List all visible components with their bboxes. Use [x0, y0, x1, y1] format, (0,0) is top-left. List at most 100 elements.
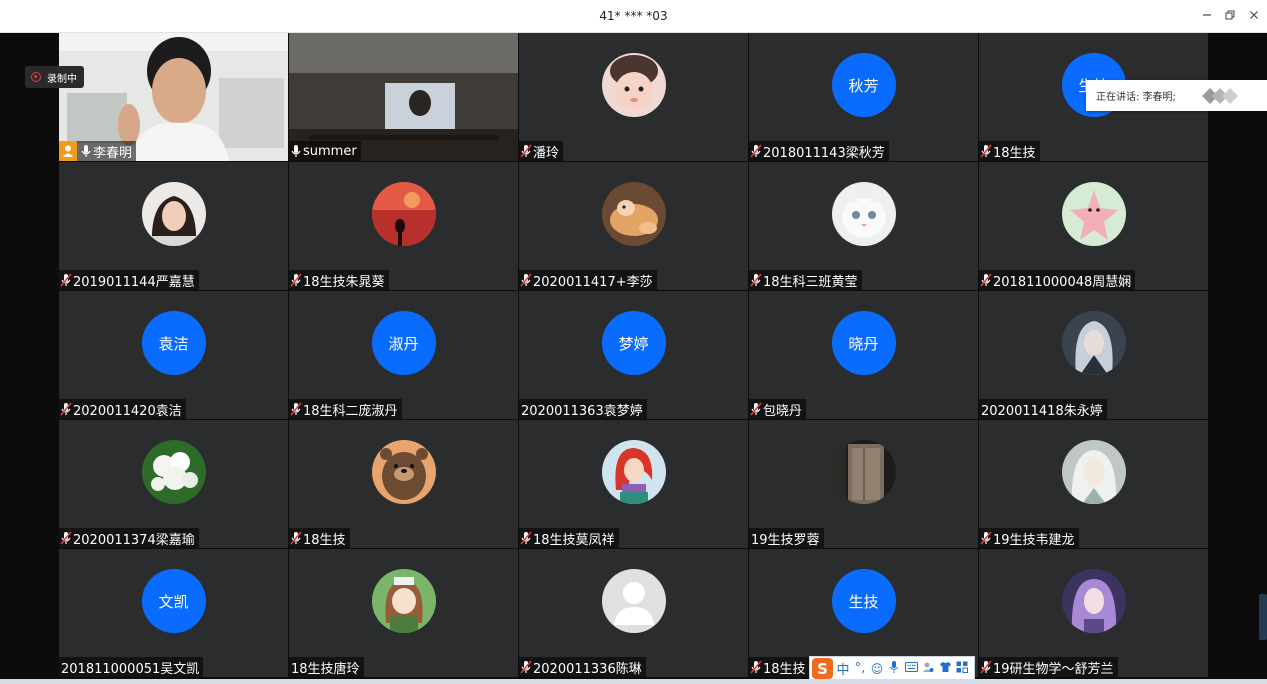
participant-tile[interactable]: summer: [289, 33, 518, 161]
participant-tile[interactable]: 201811000048周慧娴: [979, 162, 1208, 290]
mic-icon: [81, 145, 91, 157]
participant-name: 19生技罗蓉: [751, 532, 820, 548]
speaker-wave-icon: [1202, 88, 1238, 104]
participant-tile[interactable]: 袁洁 2020011420袁洁: [59, 291, 288, 419]
participant-tile[interactable]: 19研生物学～舒芳兰: [979, 549, 1208, 677]
participant-name-strip: 李春明: [59, 141, 137, 161]
ime-user-icon[interactable]: [921, 661, 935, 677]
participant-tile[interactable]: 2020011374梁嘉瑜: [59, 420, 288, 548]
participant-name-strip: 19生技罗蓉: [749, 528, 824, 548]
participant-tile[interactable]: 18生技: [289, 420, 518, 548]
avatar-image: [371, 569, 436, 633]
close-button[interactable]: [1243, 0, 1265, 33]
ime-voice-icon[interactable]: [887, 660, 901, 678]
participant-name: 18生技朱晁葵: [303, 274, 385, 290]
mic-muted-icon: [750, 144, 762, 158]
avatar-initials: 淑丹: [371, 311, 436, 375]
participant-name: 2020011420袁洁: [73, 403, 182, 419]
participant-name: 2018011143梁秋芳: [763, 145, 885, 161]
participant-name: 2020011417+李莎: [533, 274, 653, 290]
participant-tile[interactable]: 2020011417+李莎: [519, 162, 748, 290]
ime-lang-toggle[interactable]: 中: [836, 659, 850, 678]
ime-skin-icon[interactable]: [938, 661, 952, 677]
host-icon: [59, 141, 77, 161]
avatar-photo: [601, 569, 666, 633]
ime-toolbox-icon[interactable]: [955, 661, 969, 677]
avatar-image: [371, 440, 436, 504]
participant-tile[interactable]: 18生技朱晁葵: [289, 162, 518, 290]
participant-name: 19生技韦建龙: [993, 532, 1075, 548]
participant-name: 2020011363袁梦婷: [521, 403, 643, 419]
participant-name-strip: 19研生物学～舒芳兰: [979, 657, 1118, 677]
participant-name-strip: 18生技: [979, 141, 1040, 161]
record-icon: [31, 72, 41, 82]
mic-muted-icon: [980, 531, 992, 545]
restore-button[interactable]: [1219, 0, 1241, 33]
participant-name-strip: 201811000051吴文凯: [59, 657, 204, 677]
title-bar: 41* *** *03: [0, 0, 1267, 33]
avatar-image: [371, 182, 436, 246]
ime-keyboard-icon[interactable]: [904, 661, 918, 676]
participant-name-strip: 潘玲: [519, 141, 564, 161]
participant-name: 18生技: [763, 661, 806, 677]
participant-tile[interactable]: 18生科三班黄莹: [749, 162, 978, 290]
participant-tile[interactable]: 18生技莫凤祥: [519, 420, 748, 548]
mic-muted-icon: [520, 531, 532, 545]
avatar-photo: [601, 440, 666, 504]
avatar-photo: [1061, 182, 1126, 246]
minimize-button[interactable]: [1196, 0, 1218, 33]
participant-name-strip: 2020011374梁嘉瑜: [59, 528, 199, 548]
participant-tile[interactable]: 2020011418朱永婷: [979, 291, 1208, 419]
mic-muted-icon: [980, 273, 992, 287]
speaking-banner: 正在讲话: 李春明;: [1086, 80, 1267, 111]
participant-name-strip: 18生科三班黄莹: [749, 270, 862, 290]
participant-tile[interactable]: 李春明: [59, 33, 288, 161]
mic-muted-icon: [520, 144, 532, 158]
side-panel-handle[interactable]: [1259, 594, 1267, 640]
participant-name-strip: 18生技唐玲: [289, 657, 364, 677]
participant-tile[interactable]: 晓丹 包晓丹: [749, 291, 978, 419]
participant-name: 18生技莫凤祥: [533, 532, 615, 548]
participant-name: 201811000048周慧娴: [993, 274, 1132, 290]
participant-name: 2020011418朱永婷: [981, 403, 1103, 419]
participant-tile[interactable]: 2020011336陈琳: [519, 549, 748, 677]
avatar-photo: [141, 440, 206, 504]
avatar-image: [1061, 569, 1126, 633]
close-icon: [1250, 11, 1258, 19]
ime-punctuation-toggle[interactable]: °,: [853, 661, 867, 676]
ime-logo-icon[interactable]: S: [812, 658, 833, 679]
avatar-initials: 文凯: [141, 569, 206, 633]
participant-tile[interactable]: 18生技唐玲: [289, 549, 518, 677]
avatar-image: [1061, 311, 1126, 375]
window-title: 41* *** *03: [599, 9, 668, 23]
avatar-initials: 秋芳: [831, 53, 896, 117]
participant-name: summer: [303, 143, 357, 159]
mic-muted-icon: [750, 273, 762, 287]
participant-name: 18生技唐玲: [291, 661, 360, 677]
avatar-photo: [1061, 569, 1126, 633]
avatar-photo: [831, 182, 896, 246]
ime-toolbar[interactable]: S 中 °, ☺: [809, 656, 975, 681]
participant-tile[interactable]: 文凯 201811000051吴文凯: [59, 549, 288, 677]
participant-tile[interactable]: 19生技韦建龙: [979, 420, 1208, 548]
participant-tile[interactable]: 潘玲: [519, 33, 748, 161]
participant-grid: 李春明 summer 潘玲 秋芳 2018011143梁秋芳生技 18生技 20190111…: [59, 33, 1208, 678]
minimize-icon: [1203, 14, 1211, 16]
avatar-image: [601, 53, 666, 117]
participant-name-strip: 2020011363袁梦婷: [519, 399, 647, 419]
avatar-photo: [601, 182, 666, 246]
participant-tile[interactable]: 淑丹 18生科二庞淑丹: [289, 291, 518, 419]
participant-name-strip: 18生技: [289, 528, 350, 548]
avatar-image: [141, 440, 206, 504]
mic-muted-icon: [290, 402, 302, 416]
avatar-photo: [371, 182, 436, 246]
ime-emoji-icon[interactable]: ☺: [870, 662, 884, 676]
participant-tile[interactable]: 19生技罗蓉: [749, 420, 978, 548]
participant-tile[interactable]: 2019011144严嘉慧: [59, 162, 288, 290]
mic-muted-icon: [290, 531, 302, 545]
participant-tile[interactable]: 梦婷 2020011363袁梦婷: [519, 291, 748, 419]
recording-indicator[interactable]: 录制中: [25, 66, 84, 88]
participant-name: 18生科三班黄莹: [763, 274, 858, 290]
participant-tile[interactable]: 秋芳 2018011143梁秋芳: [749, 33, 978, 161]
avatar-photo: [831, 440, 896, 504]
